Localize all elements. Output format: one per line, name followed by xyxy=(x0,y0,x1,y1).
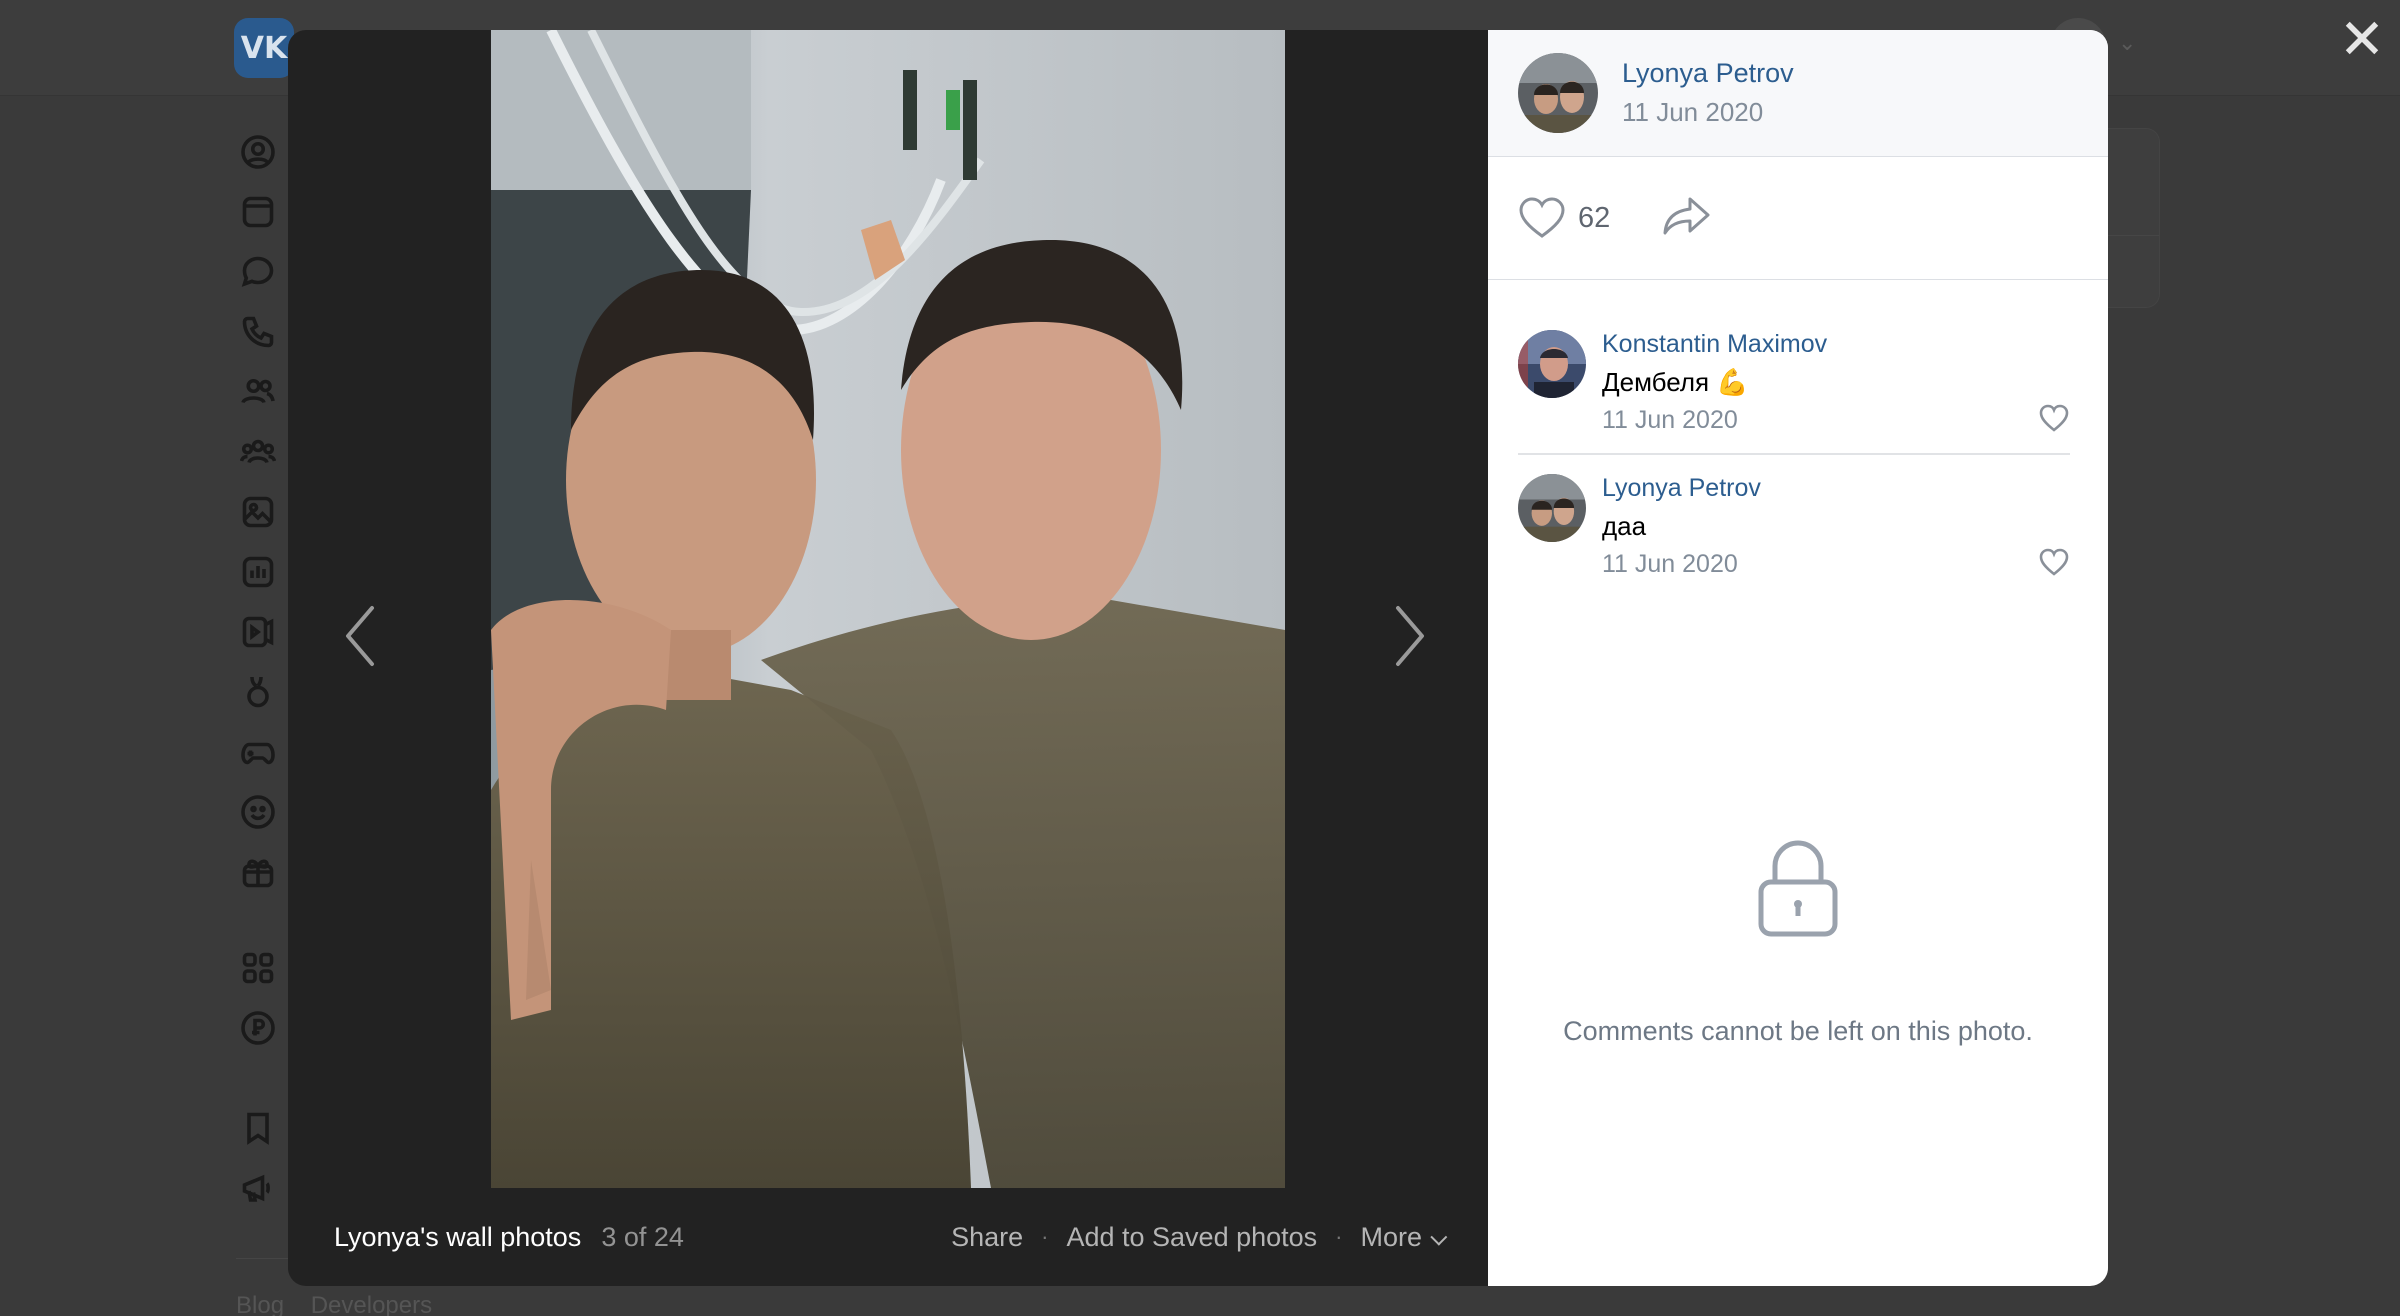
more-button[interactable]: More xyxy=(1360,1221,1448,1253)
photo-counter: 3 of 24 xyxy=(601,1221,684,1252)
bookmarks-icon[interactable] xyxy=(236,1106,280,1150)
heart-icon xyxy=(1519,197,1565,238)
chevron-left-icon xyxy=(346,606,374,666)
comments-closed-notice: Comments cannot be left on this photo. xyxy=(1563,1016,2033,1046)
ads-icon[interactable] xyxy=(236,1166,280,1210)
photo-pane: Lyonya's wall photos 3 of 24 Share · Add… xyxy=(288,30,1488,1286)
chevron-down-icon xyxy=(1430,1228,1448,1246)
like-button[interactable]: 62 xyxy=(1518,196,1610,240)
author-avatar[interactable] xyxy=(1518,53,1598,133)
previous-photo-button[interactable] xyxy=(330,576,390,696)
photo[interactable] xyxy=(491,30,1285,1188)
comment-date[interactable]: 11 Jun 2020 xyxy=(1602,550,2070,579)
close-viewer-button[interactable] xyxy=(2340,16,2384,60)
share-button[interactable]: Share xyxy=(951,1222,1023,1253)
chevron-right-icon xyxy=(1396,606,1424,666)
comment-like-button[interactable] xyxy=(2038,403,2070,433)
heart-icon xyxy=(2039,404,2069,432)
comment-divider xyxy=(1518,453,2070,455)
share-post-button[interactable] xyxy=(1662,195,1712,242)
comment: Lyonya Petrov даа 11 Jun 2020 xyxy=(1518,474,2070,579)
more-label: More xyxy=(1360,1221,1422,1252)
info-panel: Lyonya Petrov 11 Jun 2020 62 Konstantin … xyxy=(1488,30,2108,1286)
close-icon xyxy=(2345,21,2379,55)
comment-text: Дембеля 💪 xyxy=(1602,367,1749,397)
services-icon[interactable] xyxy=(236,946,280,990)
like-count: 62 xyxy=(1578,201,1611,234)
comment-text: даа xyxy=(1602,511,1647,541)
photos-icon[interactable] xyxy=(236,490,280,534)
calls-icon[interactable] xyxy=(236,310,280,354)
comment-date[interactable]: 11 Jun 2020 xyxy=(1602,406,2070,435)
comment: Konstantin Maximov Дембеля 💪 11 Jun 2020 xyxy=(1518,330,2070,435)
album-title[interactable]: Lyonya's wall photos xyxy=(334,1222,581,1253)
post-date[interactable]: 11 Jun 2020 xyxy=(1622,97,1794,128)
photo-footer: Lyonya's wall photos 3 of 24 Share · Add… xyxy=(288,1188,1488,1286)
communities-icon[interactable] xyxy=(236,430,280,474)
games-icon[interactable] xyxy=(236,730,280,774)
next-photo-button[interactable] xyxy=(1380,576,1440,696)
comment-author[interactable]: Konstantin Maximov xyxy=(1602,330,2070,359)
gifts-icon[interactable] xyxy=(236,850,280,894)
separator-dot: · xyxy=(1041,1224,1049,1249)
chevron-down-icon[interactable]: ⌄ xyxy=(2118,30,2136,56)
friends-icon[interactable] xyxy=(236,370,280,414)
footer-developers-link[interactable]: Developers xyxy=(311,1292,432,1316)
payments-icon[interactable] xyxy=(236,1006,280,1050)
photo-viewer: Lyonya's wall photos 3 of 24 Share · Add… xyxy=(288,30,2108,1286)
news-icon[interactable] xyxy=(236,190,280,234)
separator-dot: · xyxy=(1335,1224,1343,1249)
profile-icon[interactable] xyxy=(236,130,280,174)
lock-icon xyxy=(1757,838,1839,938)
video-icon[interactable] xyxy=(236,610,280,654)
commenter-avatar[interactable] xyxy=(1518,474,1586,542)
heart-icon xyxy=(2039,548,2069,576)
vk-logo[interactable]: VK xyxy=(234,18,294,78)
footer-blog-link[interactable]: Blog xyxy=(236,1292,284,1316)
author-name[interactable]: Lyonya Petrov xyxy=(1622,58,1794,89)
comment-author[interactable]: Lyonya Petrov xyxy=(1602,474,2070,503)
comment-like-button[interactable] xyxy=(2038,547,2070,577)
clips-icon[interactable] xyxy=(236,670,280,714)
footer: Blog Developers xyxy=(236,1292,452,1316)
share-arrow-icon xyxy=(1663,197,1710,234)
commenter-avatar[interactable] xyxy=(1518,330,1586,398)
stickers-icon[interactable] xyxy=(236,790,280,834)
reactions-bar: 62 xyxy=(1488,157,2108,280)
messages-icon[interactable] xyxy=(236,250,280,294)
photo-actions: Share · Add to Saved photos · More xyxy=(951,1221,1448,1253)
music-icon[interactable] xyxy=(236,550,280,594)
add-to-saved-button[interactable]: Add to Saved photos xyxy=(1066,1222,1317,1253)
post-author: Lyonya Petrov 11 Jun 2020 xyxy=(1488,30,2108,157)
